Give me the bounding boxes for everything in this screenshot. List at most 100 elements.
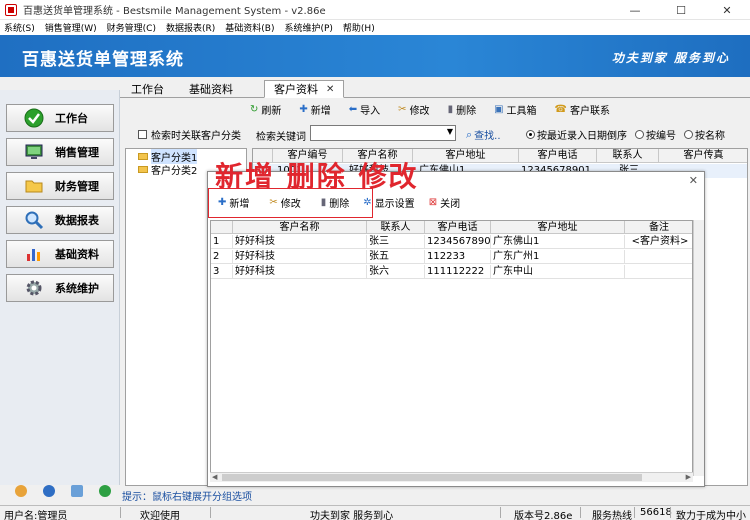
close-icon: ⊠ xyxy=(428,196,438,208)
menu-reports[interactable]: 数据报表(R) xyxy=(166,21,215,34)
cell-address: 广东广州1 xyxy=(491,250,625,264)
scroll-right-icon[interactable]: ▶ xyxy=(686,473,691,481)
menu-help[interactable]: 帮助(H) xyxy=(343,21,375,34)
grid-header[interactable]: 客户名称 xyxy=(233,221,367,234)
exit-icon[interactable] xyxy=(99,485,111,497)
sidebar-item-maintenance[interactable]: 系统维护 xyxy=(6,274,114,302)
tab-label: 基础资料 xyxy=(189,83,233,96)
tree-item[interactable]: 客户分类2 xyxy=(138,163,197,177)
minimize-button[interactable]: — xyxy=(612,0,658,20)
grid-header[interactable]: 联系人 xyxy=(367,221,425,234)
plus-icon: ✚ xyxy=(218,196,227,208)
main-toolbar: ↻ 刷新 ✚ 新增 ⬅ 导入 ✂ 修改 ▮ 删除 ▣ 工具箱 ☎ 客户联系 xyxy=(250,100,628,118)
grid-header[interactable]: 联系人 xyxy=(597,149,659,163)
sidebar-item-workbench[interactable]: 工作台 xyxy=(6,104,114,132)
gear-icon: ✲ xyxy=(363,196,372,208)
delete-button[interactable]: ▮ 删除 xyxy=(448,102,477,117)
folder-icon xyxy=(138,166,148,173)
radio-label: 按名称 xyxy=(695,131,725,142)
tab-label: 工作台 xyxy=(131,83,164,96)
cell-address: 广东佛山1 xyxy=(491,235,625,249)
maximize-button[interactable]: ☐ xyxy=(658,0,704,20)
sidebar-item-label: 系统维护 xyxy=(55,282,99,295)
dialog-delete-button[interactable]: ▮ 删除 xyxy=(321,195,350,210)
sort-radio-code[interactable] xyxy=(635,130,644,139)
search-icon: ⌕ xyxy=(466,127,473,141)
cell-name: 好好科技 xyxy=(233,235,367,249)
contact-dialog: ✕ ✚ 新增 ✂ 修改 ▮ 删除 ✲ 显示设置 ⊠ 关闭 客户名称 联系人 客户电话 客户… xyxy=(207,171,705,487)
button-label: 新增 xyxy=(310,105,331,117)
tab-customers[interactable]: 客户资料 ✕ xyxy=(264,80,345,98)
radio-label: 按最近录入日期倒序 xyxy=(537,131,627,142)
dialog-edit-button[interactable]: ✂ 修改 xyxy=(269,195,300,210)
refresh-button[interactable]: ↻ 刷新 xyxy=(250,102,281,117)
button-label: 新增 xyxy=(229,198,250,210)
scroll-thumb[interactable] xyxy=(222,474,642,481)
sidebar-item-finance[interactable]: 财务管理 xyxy=(6,172,114,200)
edit-button[interactable]: ✂ 修改 xyxy=(398,102,429,117)
add-button[interactable]: ✚ 新增 xyxy=(299,102,330,117)
keyword-input[interactable]: ▼ xyxy=(310,125,456,141)
grid-header[interactable]: 客户地址 xyxy=(413,149,519,163)
window-icon[interactable] xyxy=(71,485,83,497)
cell-phone: 111112222 xyxy=(425,265,491,279)
dialog-add-button[interactable]: ✚ 新增 xyxy=(218,195,249,210)
trash-icon: ▮ xyxy=(320,196,327,208)
sort-radio-date[interactable] xyxy=(526,130,535,139)
vertical-scrollbar[interactable] xyxy=(693,220,704,476)
sidebar-item-basic-data[interactable]: 基础资料 xyxy=(6,240,114,268)
import-icon: ⬅ xyxy=(348,103,358,115)
menu-finance[interactable]: 财务管理(C) xyxy=(107,21,156,34)
status-separator xyxy=(500,507,501,518)
sidebar-item-sales[interactable]: 销售管理 xyxy=(6,138,114,166)
category-checkbox[interactable] xyxy=(138,130,147,139)
horizontal-scrollbar[interactable]: ◀ ▶ xyxy=(210,472,693,482)
status-separator xyxy=(120,507,121,518)
scissors-icon: ✂ xyxy=(398,103,407,115)
bar-chart-icon xyxy=(23,243,45,265)
menu-system[interactable]: 系统(S) xyxy=(4,21,35,34)
display-settings-button[interactable]: ✲ 显示设置 xyxy=(363,195,414,210)
info-icon[interactable] xyxy=(43,485,55,497)
menu-basic-data[interactable]: 基础资料(B) xyxy=(225,21,274,34)
grid-header[interactable]: 备注 xyxy=(625,221,692,234)
import-button[interactable]: ⬅ 导入 xyxy=(349,102,380,117)
grid-header[interactable]: 客户传真 xyxy=(659,149,747,163)
menu-maintenance[interactable]: 系统维护(P) xyxy=(284,21,332,34)
grid-header[interactable]: 客户电话 xyxy=(519,149,597,163)
tab-basic-data[interactable]: 基础资料 xyxy=(180,80,242,98)
chevron-down-icon[interactable]: ▼ xyxy=(447,127,453,136)
contact-icon: ☎ xyxy=(554,103,567,115)
monitor-icon xyxy=(23,141,45,163)
close-window-button[interactable]: ✕ xyxy=(704,0,750,20)
tab-label: 客户资料 xyxy=(274,83,318,96)
sidebar-item-reports[interactable]: 数据报表 xyxy=(6,206,114,234)
edit-icon[interactable] xyxy=(15,485,27,497)
cell-contact: 张五 xyxy=(367,250,425,264)
toolbox-button[interactable]: ▣ 工具箱 xyxy=(494,102,536,117)
customer-contact-button[interactable]: ☎ 客户联系 xyxy=(555,102,610,117)
status-separator xyxy=(210,507,211,518)
scroll-left-icon[interactable]: ◀ xyxy=(212,473,217,481)
grid-header[interactable]: 客户地址 xyxy=(491,221,625,234)
plus-icon: ✚ xyxy=(299,103,308,115)
dialog-close-button[interactable]: ⊠ 关闭 xyxy=(429,195,460,210)
button-label: 导入 xyxy=(360,105,381,117)
category-filter[interactable]: 检索时关联客户分类 xyxy=(138,127,241,142)
sidebar-item-label: 销售管理 xyxy=(55,146,99,159)
tab-workbench[interactable]: 工作台 xyxy=(122,80,173,98)
cell-address: 广东中山 xyxy=(491,265,625,279)
status-service: 服务热线 xyxy=(592,511,632,520)
button-label: 显示设置 xyxy=(374,198,415,210)
radio-label: 按编号 xyxy=(646,131,676,142)
title-bar: 百惠送货单管理系统 - Bestsmile Management System … xyxy=(0,0,750,20)
sort-radio-name[interactable] xyxy=(684,130,693,139)
button-label: 刷新 xyxy=(261,105,282,117)
dialog-close-icon[interactable]: ✕ xyxy=(689,174,698,187)
grid-header[interactable]: 客户电话 xyxy=(425,221,491,234)
search-button[interactable]: ⌕ 查找.. xyxy=(466,127,501,143)
tab-close-icon[interactable]: ✕ xyxy=(326,84,334,95)
status-user: 用户名:管理员 xyxy=(4,511,68,520)
menu-sales[interactable]: 销售管理(W) xyxy=(45,21,97,34)
button-label: 删除 xyxy=(329,198,350,210)
